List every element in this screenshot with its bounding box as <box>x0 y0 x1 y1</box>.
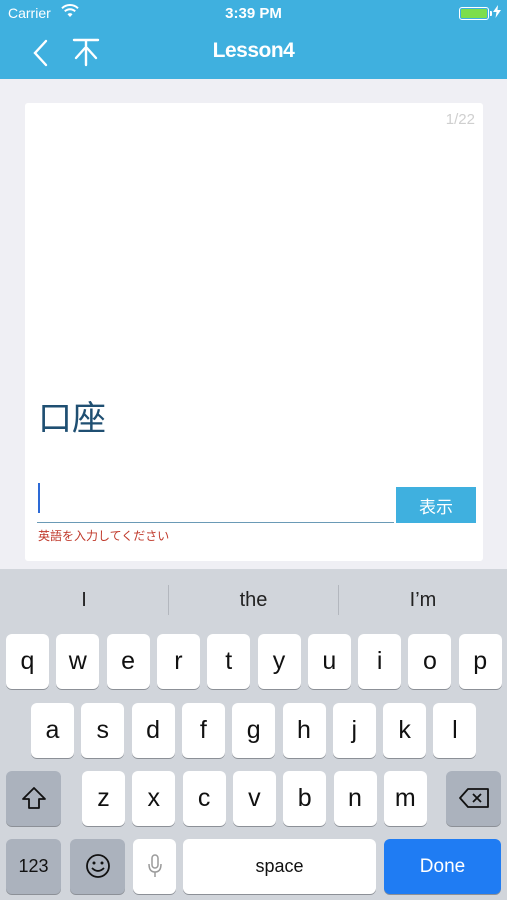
microphone-icon <box>147 854 162 877</box>
emoji-icon <box>85 854 110 878</box>
space-key[interactable]: space <box>183 839 376 894</box>
key-m[interactable]: m <box>383 771 427 826</box>
shift-icon <box>21 787 46 809</box>
flashcard: 1/22 口座 表示 英語を入力してください <box>25 103 483 561</box>
key-q[interactable]: q <box>6 634 49 689</box>
key-s[interactable]: s <box>81 703 125 758</box>
nav-bar: Lesson4 <box>0 28 507 79</box>
key-i[interactable]: i <box>358 634 402 689</box>
charging-bolt-icon <box>493 5 501 18</box>
question-word: 口座 <box>38 399 106 439</box>
key-k[interactable]: k <box>383 703 427 758</box>
suggestion-item[interactable]: I <box>0 569 168 625</box>
key-a[interactable]: a <box>31 703 74 758</box>
key-b[interactable]: b <box>283 771 327 826</box>
key-r[interactable]: r <box>156 634 200 689</box>
key-o[interactable]: o <box>408 634 452 689</box>
key-g[interactable]: g <box>232 703 276 758</box>
dictation-key[interactable] <box>133 839 176 894</box>
key-x[interactable]: x <box>132 771 176 826</box>
key-v[interactable]: v <box>232 771 276 826</box>
status-time: 3:39 PM <box>225 5 282 22</box>
key-n[interactable]: n <box>333 771 377 826</box>
input-hint: 英語を入力してください <box>38 529 170 543</box>
key-f[interactable]: f <box>181 703 225 758</box>
text-caret <box>38 483 40 513</box>
show-answer-button[interactable]: 表示 <box>396 487 476 523</box>
answer-input[interactable] <box>37 481 394 523</box>
numbers-key[interactable]: 123 <box>6 839 61 894</box>
key-u[interactable]: u <box>307 634 351 689</box>
done-key[interactable]: Done <box>384 839 501 894</box>
key-w[interactable]: w <box>56 634 100 689</box>
delete-key[interactable] <box>446 771 501 826</box>
key-j[interactable]: j <box>332 703 376 758</box>
emoji-key[interactable] <box>70 839 125 894</box>
key-h[interactable]: h <box>282 703 326 758</box>
key-p[interactable]: p <box>458 634 502 689</box>
key-y[interactable]: y <box>257 634 301 689</box>
suggestion-bar: I the I’m <box>0 569 507 625</box>
key-c[interactable]: c <box>182 771 226 826</box>
suggestion-item[interactable]: I’m <box>339 569 507 625</box>
key-d[interactable]: d <box>131 703 175 758</box>
top-bar: Carrier 3:39 PM Lesson4 <box>0 0 507 79</box>
status-bar: Carrier 3:39 PM <box>0 0 507 28</box>
key-l[interactable]: l <box>433 703 477 758</box>
card-counter: 1/22 <box>445 111 475 128</box>
suggestion-item[interactable]: the <box>169 569 338 625</box>
key-z[interactable]: z <box>82 771 125 826</box>
backspace-icon <box>458 788 489 808</box>
battery-icon <box>459 7 492 20</box>
shift-key[interactable] <box>6 771 61 826</box>
keyboard: I the I’m q w e r t y u i o p a s d f g h j k l z x c v b n m 123 s… <box>0 569 507 900</box>
key-t[interactable]: t <box>207 634 251 689</box>
page-title: Lesson4 <box>212 39 295 62</box>
key-e[interactable]: e <box>106 634 150 689</box>
